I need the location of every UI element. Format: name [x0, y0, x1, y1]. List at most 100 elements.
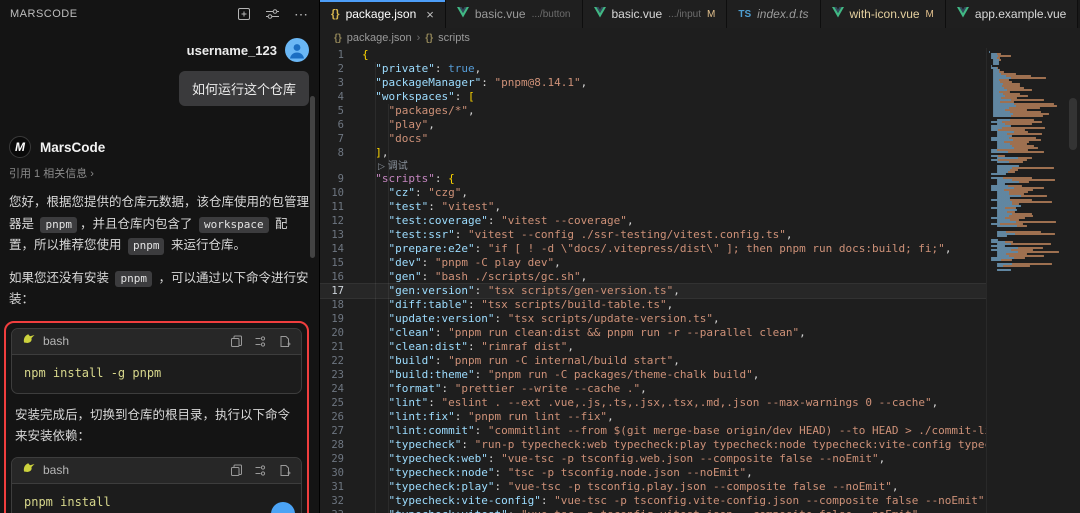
braces-icon: {}	[425, 33, 433, 44]
chat-scrollbar[interactable]	[310, 96, 315, 258]
text-run: 如果您还没有安装	[9, 271, 112, 285]
bash-icon	[22, 332, 36, 350]
vue-icon	[594, 7, 606, 21]
tab-label: index.d.ts	[757, 7, 808, 21]
line-number: 8	[320, 146, 354, 160]
line-number: 10	[320, 186, 354, 200]
line-content: "private": true,	[354, 62, 986, 76]
line-content: "build": "pnpm run -C internal/build sta…	[354, 354, 986, 368]
line-number: 7	[320, 132, 354, 146]
line-content: "prepare:e2e": "if [ ! -d \"docs/.vitepr…	[354, 242, 986, 256]
copy-icon[interactable]	[230, 464, 243, 477]
code-line-21: 21 "clean:dist": "rimraf dist",	[320, 340, 986, 354]
text-run: 来运行仓库。	[167, 238, 245, 252]
line-content: "typecheck:vitest": "vue-tsc -p tsconfig…	[354, 508, 986, 513]
new-file-icon[interactable]	[278, 464, 291, 477]
code-line-26: 26 "lint:fix": "pnpm run lint --fix",	[320, 410, 986, 424]
line-content: "lint:commit": "commitlint --from $(git …	[354, 424, 986, 438]
code-line-10: 10 "cz": "czg",	[320, 186, 986, 200]
line-content: "test:ssr": "vitest --config ./ssr-testi…	[354, 228, 986, 242]
vue-icon	[957, 7, 969, 21]
tab-strip: {}package.json×basic.vue.../buttonbasic.…	[320, 0, 1078, 28]
tab-label: basic.vue	[475, 7, 526, 21]
inline-code-chip: pnpm	[115, 271, 152, 288]
tab-index.d.ts[interactable]: TSindex.d.ts	[727, 0, 820, 28]
chat-panel: MARSCODE ⋯ username_123 如何运行这个仓库 M MarsC…	[0, 0, 320, 513]
codelens-debug[interactable]: ▷ 调试	[320, 160, 986, 172]
new-chat-icon[interactable]	[237, 7, 251, 21]
tab-package.json[interactable]: {}package.json×	[320, 0, 446, 28]
line-number: 9	[320, 172, 354, 186]
tab-bar: {}package.json×basic.vue.../buttonbasic.…	[320, 0, 1080, 28]
line-number: 16	[320, 270, 354, 284]
line-content: "clean:dist": "rimraf dist",	[354, 340, 986, 354]
tab-basic.vue[interactable]: basic.vue .../button	[446, 0, 583, 28]
code-block-install-pnpm: bash npm install -g pnpm	[11, 328, 302, 394]
copy-icon[interactable]	[230, 335, 243, 348]
line-number: 5	[320, 104, 354, 118]
filter-settings-icon[interactable]	[265, 7, 280, 21]
breadcrumb-section[interactable]: scripts	[438, 32, 470, 44]
line-number: 22	[320, 354, 354, 368]
code-line-24: 24 "format": "prettier --write --cache .…	[320, 382, 986, 396]
code-line-18: 18 "diff:table": "tsx scripts/build-tabl…	[320, 298, 986, 312]
minimap[interactable]	[986, 48, 1066, 513]
insert-icon[interactable]	[254, 335, 267, 348]
code-line-17: 17 "gen:version": "tsx scripts/gen-versi…	[320, 284, 986, 298]
user-avatar-icon[interactable]	[285, 38, 309, 62]
tab-detail: .../button	[532, 9, 571, 20]
editor-scrollbar[interactable]	[1066, 48, 1080, 513]
line-content: "packages/*",	[354, 104, 986, 118]
line-content: "workspaces": [	[354, 90, 986, 104]
line-number: 11	[320, 200, 354, 214]
tab-app.example.vue[interactable]: app.example.vue	[946, 0, 1078, 28]
line-number: 3	[320, 76, 354, 90]
line-content: "lint:fix": "pnpm run lint --fix",	[354, 410, 986, 424]
line-content: "lint": "eslint . --ext .vue,.js,.ts,.js…	[354, 396, 986, 410]
username: username_123	[187, 43, 277, 58]
breadcrumb[interactable]: {} package.json › {} scripts	[320, 28, 1080, 48]
vue-icon	[832, 7, 844, 21]
tab-with-icon.vue[interactable]: with-icon.vueM	[821, 0, 946, 28]
assistant-paragraph-3: 安装完成后，切换到仓库的根目录，执行以下命令来安装依赖：	[11, 405, 302, 448]
code-line-8: 8 ],	[320, 146, 986, 160]
new-file-icon[interactable]	[278, 335, 291, 348]
code-line-33: 33 "typecheck:vitest": "vue-tsc -p tscon…	[320, 508, 986, 513]
line-number: 33	[320, 508, 354, 513]
assistant-name: MarsCode	[40, 140, 105, 155]
code-block-pnpm-install: bash pnpm install	[11, 457, 302, 513]
code-line-31: 31 "typecheck:play": "vue-tsc -p tsconfi…	[320, 480, 986, 494]
inline-code-chip: pnpm	[40, 217, 77, 234]
line-number: 29	[320, 452, 354, 466]
assistant-paragraph-1: 您好，根据您提供的仓库元数据，该仓库使用的包管理器是 pnpm，并且仓库内包含了…	[0, 192, 319, 257]
chat-header: MARSCODE ⋯	[0, 0, 319, 28]
assistant-message: M MarsCode 引用 1 相关信息 › 您好，根据您提供的仓库元数据，该仓…	[0, 136, 319, 513]
line-number: 13	[320, 228, 354, 242]
line-number: 15	[320, 256, 354, 270]
line-content: "docs"	[354, 132, 986, 146]
line-content: {	[354, 48, 986, 62]
insert-icon[interactable]	[254, 464, 267, 477]
scrollbar-thumb[interactable]	[1069, 98, 1077, 150]
tab-label: basic.vue	[612, 7, 663, 21]
breadcrumb-file[interactable]: package.json	[347, 32, 412, 44]
line-number: 17	[320, 284, 354, 298]
line-number: 31	[320, 480, 354, 494]
code-lines: 1{2 "private": true,3 "packageManager": …	[320, 48, 986, 513]
close-icon[interactable]: ×	[426, 7, 434, 22]
line-content: "dev": "pnpm -C play dev",	[354, 256, 986, 270]
reference-link[interactable]: 引用 1 相关信息 ›	[0, 165, 319, 181]
code-line-12: 12 "test:coverage": "vitest --coverage",	[320, 214, 986, 228]
more-icon[interactable]: ⋯	[294, 6, 309, 23]
panel-title: MARSCODE	[10, 8, 78, 20]
code-line-20: 20 "clean": "pnpm run clean:dist && pnpm…	[320, 326, 986, 340]
line-content: "gen": "bash ./scripts/gc.sh",	[354, 270, 986, 284]
line-number: 12	[320, 214, 354, 228]
line-content: "build:theme": "pnpm run -C packages/the…	[354, 368, 986, 382]
line-content: "typecheck:node": "tsc -p tsconfig.node.…	[354, 466, 986, 480]
code-line-15: 15 "dev": "pnpm -C play dev",	[320, 256, 986, 270]
code-content: pnpm install	[12, 484, 301, 513]
code-editor[interactable]: 1{2 "private": true,3 "packageManager": …	[320, 48, 986, 513]
tab-basic.vue[interactable]: basic.vue.../inputM	[583, 0, 728, 28]
code-line-29: 29 "typecheck:web": "vue-tsc -p tsconfig…	[320, 452, 986, 466]
